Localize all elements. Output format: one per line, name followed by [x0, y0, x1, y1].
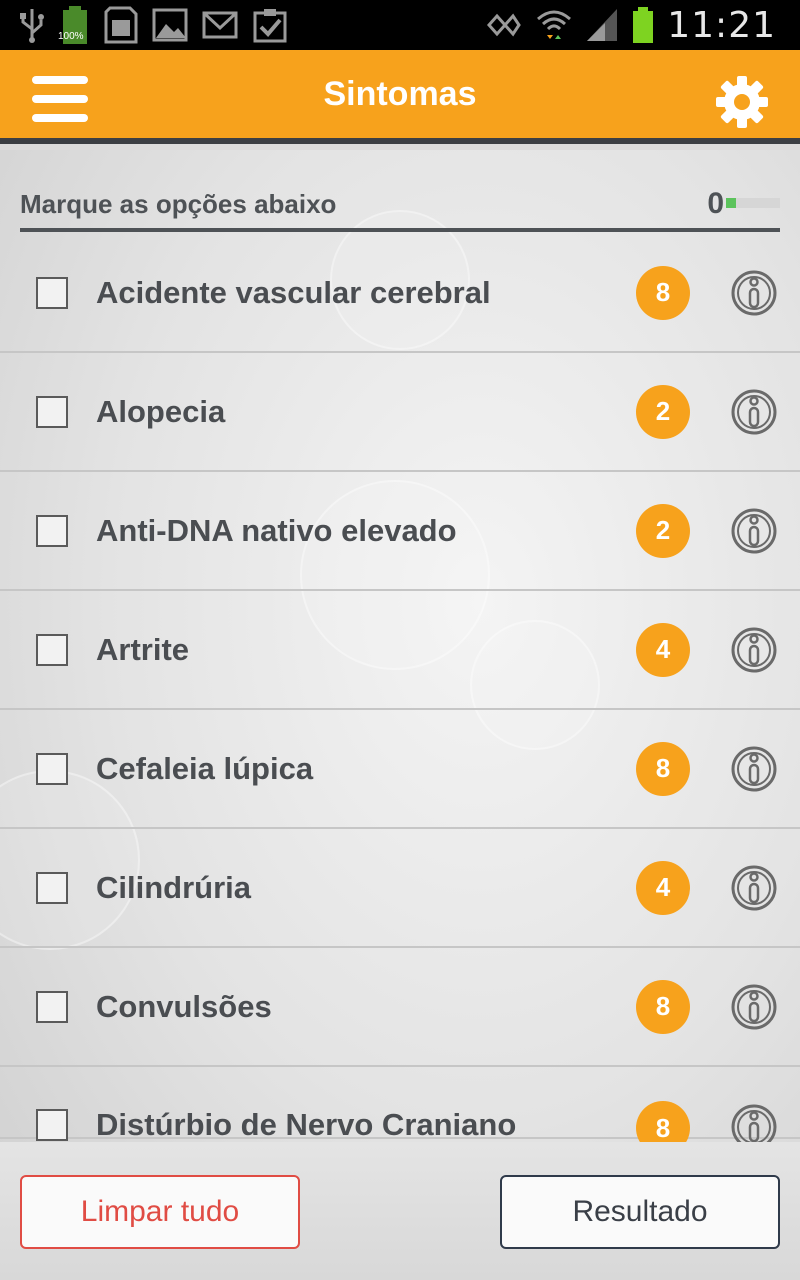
gear-icon[interactable] [714, 74, 770, 130]
symptom-label: Convulsões [96, 988, 272, 1024]
list-item[interactable]: Distúrbio de Nervo Craniano 8 [0, 1067, 800, 1142]
symptom-label: Distúrbio de Nervo Craniano [96, 1107, 517, 1142]
selected-count: 0 [707, 187, 724, 220]
info-icon[interactable] [730, 983, 778, 1031]
result-button[interactable]: Resultado [500, 1175, 780, 1249]
score-badge: 4 [636, 860, 690, 915]
instruction-text: Marque as opções abaixo [20, 188, 337, 219]
list-item[interactable]: Cefaleia lúpica 8 [0, 710, 800, 829]
symptom-label: Cilindrúria [96, 869, 252, 905]
sd-card-icon [104, 6, 138, 44]
wifi-icon [535, 5, 573, 45]
battery-percent-label: 100% [58, 31, 84, 42]
score-badge: 8 [636, 979, 690, 1034]
status-bar: 100% 11:21 [0, 0, 800, 50]
score-badge: 8 [636, 741, 690, 796]
hamburger-menu-icon[interactable] [28, 72, 92, 126]
checkbox[interactable] [36, 871, 68, 904]
list-item[interactable]: Anti-DNA nativo elevado 2 [0, 472, 800, 591]
clock: 11:21 [667, 4, 776, 46]
info-icon[interactable] [730, 626, 778, 674]
list-item[interactable]: Cilindrúria 4 [0, 829, 800, 948]
battery-full-icon: 100% [58, 5, 90, 45]
score-badge: 8 [636, 265, 690, 320]
info-icon[interactable] [730, 269, 778, 317]
progress-bar [726, 198, 780, 208]
battery-icon [631, 6, 655, 44]
app-bar: Sintomas [0, 50, 800, 144]
info-icon[interactable] [730, 507, 778, 555]
score-badge: 4 [636, 622, 690, 677]
symptom-label: Alopecia [96, 393, 226, 429]
list-item[interactable]: Artrite 4 [0, 591, 800, 710]
progress-fill [726, 198, 736, 208]
info-icon[interactable] [730, 745, 778, 793]
score-badge: 2 [636, 384, 690, 439]
usb-icon [18, 7, 46, 43]
clipboard-check-icon [252, 7, 288, 43]
footer-bar: Limpar tudo Resultado [0, 1142, 800, 1280]
content-area: Marque as opções abaixo 0 Acidente vascu… [0, 150, 800, 1280]
gmail-icon [202, 11, 238, 39]
checkbox[interactable] [36, 514, 68, 547]
info-icon[interactable] [730, 388, 778, 436]
symptom-label: Anti-DNA nativo elevado [96, 512, 457, 548]
symptom-list: Acidente vascular cerebral 8 Alopecia 2 … [0, 234, 800, 1142]
info-icon[interactable] [730, 1103, 778, 1142]
checkbox[interactable] [36, 633, 68, 666]
checkbox[interactable] [36, 1109, 68, 1141]
checkbox[interactable] [36, 990, 68, 1023]
clear-all-button[interactable]: Limpar tudo [20, 1175, 300, 1249]
checkbox[interactable] [36, 276, 68, 309]
list-item[interactable]: Acidente vascular cerebral 8 [0, 234, 800, 353]
symptom-label: Cefaleia lúpica [96, 750, 314, 786]
list-subheader: Marque as opções abaixo 0 [20, 180, 780, 232]
page-title: Sintomas [323, 74, 477, 113]
checkbox[interactable] [36, 752, 68, 785]
list-item[interactable]: Convulsões 8 [0, 948, 800, 1067]
info-icon[interactable] [730, 864, 778, 912]
signal-icon [585, 7, 619, 43]
symptom-label: Artrite [96, 631, 190, 667]
symptom-label: Acidente vascular cerebral [96, 274, 491, 310]
gallery-icon [152, 8, 188, 42]
nfc-icon [485, 10, 523, 40]
score-badge: 2 [636, 503, 690, 558]
score-badge: 8 [636, 1101, 690, 1142]
checkbox[interactable] [36, 395, 68, 428]
list-item[interactable]: Alopecia 2 [0, 353, 800, 472]
